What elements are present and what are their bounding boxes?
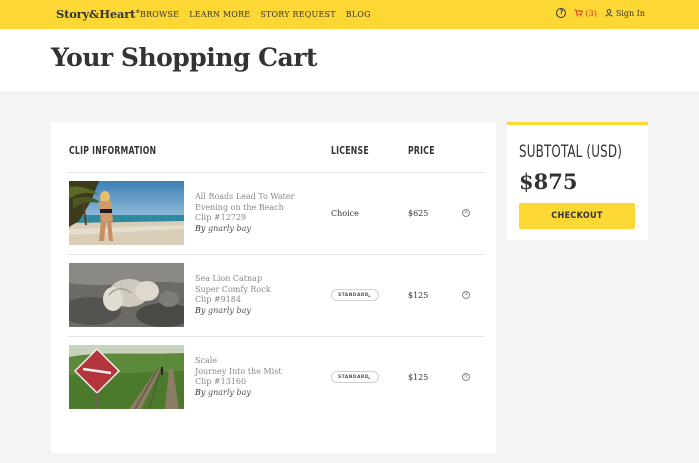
clip-subtitle: Journey Into the Mist <box>195 366 282 376</box>
cart-item-row: Sea Lion Catnap Super Comfy Rock Clip #9… <box>68 254 484 337</box>
item-price: $125 <box>408 373 429 382</box>
clip-title[interactable]: All Roads Lead To Water <box>195 192 294 203</box>
main-nav: BROWSE LEARN MORE STORY REQUEST BLOG <box>140 10 381 19</box>
clip-author-line: By gnarly bay <box>195 224 294 235</box>
top-nav: Story&Heart® BROWSE LEARN MORE STORY REQ… <box>0 0 699 29</box>
column-header-price: PRICE <box>408 145 435 157</box>
help-icon[interactable]: ? <box>556 8 567 18</box>
nav-story-request[interactable]: STORY REQUEST <box>260 10 335 19</box>
clip-author-line: By gnarly bay <box>195 306 271 317</box>
remove-item-icon[interactable]: × <box>462 209 470 217</box>
by-label: By <box>195 305 206 315</box>
remove-item-icon[interactable]: × <box>462 373 470 381</box>
clip-subtitle: Super Comfy Rock <box>195 284 271 294</box>
chevron-down-icon: ⌄ <box>366 374 372 381</box>
clip-info: Sea Lion Catnap Super Comfy Rock Clip #9… <box>195 274 271 316</box>
remove-item-icon[interactable]: × <box>462 291 470 299</box>
by-label: By <box>195 223 206 233</box>
clip-info: Scale Journey Into the Mist Clip #13160 … <box>195 356 282 398</box>
clip-subtitle: Evening on the Beach <box>195 202 284 212</box>
clip-number: Clip #12729 <box>195 213 247 222</box>
subtotal-label: SUBTOTAL (USD) <box>519 142 623 162</box>
nav-learn-more[interactable]: LEARN MORE <box>189 10 250 19</box>
clip-title[interactable]: Sea Lion Catnap <box>195 274 271 285</box>
nav-browse[interactable]: BROWSE <box>140 10 179 19</box>
clip-info: All Roads Lead To Water Evening on the B… <box>195 192 294 234</box>
clip-thumbnail[interactable] <box>69 181 184 245</box>
nav-blog[interactable]: BLOG <box>346 10 371 19</box>
clip-thumbnail[interactable] <box>69 263 184 327</box>
by-label: By <box>195 387 206 397</box>
license-selected-value: STANDARD <box>338 374 369 380</box>
page-title: Your Shopping Cart <box>51 43 317 72</box>
user-icon <box>605 9 613 17</box>
sign-in-link[interactable]: Sign In <box>605 9 645 18</box>
clip-author[interactable]: gnarly bay <box>208 306 251 315</box>
column-header-license: LICENSE <box>331 145 369 157</box>
cart-count: (3) <box>585 8 597 18</box>
item-price: $125 <box>408 291 429 300</box>
column-header-clip: CLIP INFORMATION <box>69 145 157 157</box>
sign-in-label: Sign In <box>615 8 645 18</box>
license-select[interactable]: STANDARD ⌄ <box>331 371 379 383</box>
cart-table: CLIP INFORMATION LICENSE PRICE All Roads… <box>51 122 496 453</box>
chevron-down-icon: ⌄ <box>366 292 372 299</box>
cart-item-row: Scale Journey Into the Mist Clip #13160 … <box>68 336 484 419</box>
checkout-button[interactable]: CHECKOUT <box>519 203 635 229</box>
logo-text: Story&Heart <box>56 7 136 21</box>
cart-link[interactable]: (3) <box>574 8 597 18</box>
nav-right: ? (3) Sign In <box>556 8 645 18</box>
clip-number: Clip #9184 <box>195 295 241 304</box>
subtotal-panel: SUBTOTAL (USD) $875 CHECKOUT <box>507 122 648 240</box>
clip-title[interactable]: Scale <box>195 356 282 367</box>
clip-thumbnail[interactable] <box>69 345 184 409</box>
page-header: Your Shopping Cart <box>0 29 699 91</box>
cart-icon <box>574 9 584 17</box>
license-select[interactable]: STANDARD ⌄ <box>331 289 379 301</box>
clip-author[interactable]: gnarly bay <box>208 224 251 233</box>
logo[interactable]: Story&Heart® <box>56 7 140 21</box>
clip-author[interactable]: gnarly bay <box>208 388 251 397</box>
license-value: Choice <box>331 209 359 218</box>
clip-author-line: By gnarly bay <box>195 388 282 399</box>
clip-number: Clip #13160 <box>195 377 247 386</box>
cart-item-row: All Roads Lead To Water Evening on the B… <box>68 172 484 255</box>
license-selected-value: STANDARD <box>338 292 369 298</box>
item-price: $625 <box>408 209 429 218</box>
subtotal-amount: $875 <box>519 169 578 194</box>
